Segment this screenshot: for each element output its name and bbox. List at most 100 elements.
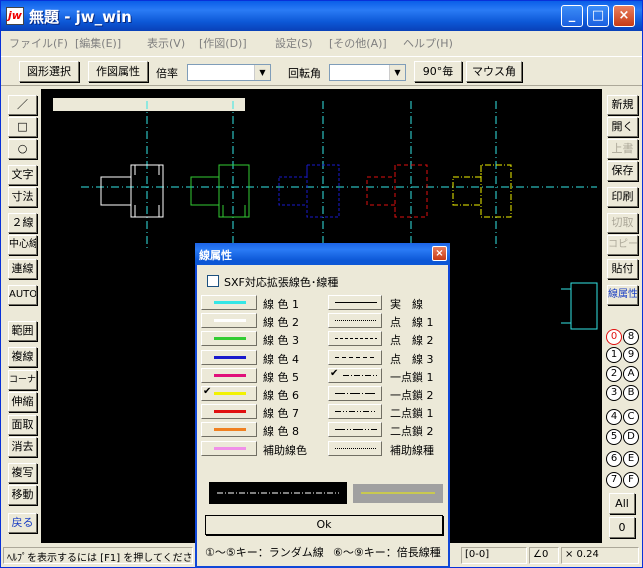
- color-swatch-fill: [214, 410, 246, 414]
- linetype-button[interactable]: [328, 331, 382, 347]
- chevron-down-icon[interactable]: ▼: [389, 65, 405, 80]
- dialog-title-bar[interactable]: 線属性 ×: [195, 243, 450, 265]
- trim-tool[interactable]: 伸縮: [8, 392, 37, 412]
- cut-button[interactable]: 切取: [607, 213, 638, 233]
- layer-c-button[interactable]: C: [623, 409, 639, 425]
- color-swatch-button[interactable]: [201, 422, 257, 438]
- color-swatch-fill: [214, 428, 246, 432]
- dimension-tool[interactable]: 寸法: [8, 187, 37, 207]
- linetype-label: 実 線: [390, 298, 423, 311]
- circle-tool[interactable]: ○: [8, 139, 37, 159]
- menu-settings[interactable]: 設定(S): [275, 35, 313, 51]
- auto-tool[interactable]: AUTO: [8, 285, 37, 305]
- scale-combo[interactable]: ▼: [187, 64, 271, 81]
- paste-button[interactable]: 貼付: [607, 259, 638, 279]
- color-swatch-button[interactable]: [201, 295, 257, 310]
- open-button[interactable]: 開く: [607, 117, 638, 137]
- close-button[interactable]: ×: [613, 5, 635, 27]
- linetype-button[interactable]: ✔: [328, 367, 382, 383]
- line-attribute-button[interactable]: 線属性: [607, 285, 638, 305]
- overwrite-button[interactable]: 上書: [607, 139, 638, 159]
- layer-3-button[interactable]: 3: [606, 385, 622, 401]
- layer-zero-button[interactable]: 0: [609, 517, 635, 538]
- connect-line-tool[interactable]: 連線: [8, 259, 37, 279]
- draw-attribute-button[interactable]: 作図属性: [88, 61, 148, 82]
- linetype-button[interactable]: [328, 313, 382, 329]
- layer-4-button[interactable]: 4: [606, 409, 622, 425]
- color-swatch-button[interactable]: [201, 331, 257, 347]
- line-tool[interactable]: ／: [8, 95, 37, 115]
- maximize-button[interactable]: □: [587, 5, 609, 27]
- mouse-angle-button[interactable]: マウス角: [466, 61, 522, 82]
- rotate-combo[interactable]: ▼: [329, 64, 406, 81]
- color-label: 線 色 8: [263, 425, 299, 439]
- linetype-button[interactable]: [328, 440, 382, 456]
- copy-button[interactable]: コピー: [607, 235, 638, 255]
- erase-tool[interactable]: 消去: [8, 437, 37, 457]
- scale-label: 倍率: [156, 67, 178, 80]
- ok-button[interactable]: Ok: [205, 515, 443, 535]
- layer-e-button[interactable]: E: [623, 451, 639, 467]
- center-line-tool[interactable]: 中心線: [8, 235, 37, 255]
- save-button[interactable]: 保存: [607, 161, 638, 181]
- color-swatch-button[interactable]: [201, 313, 257, 329]
- linetype-button[interactable]: [328, 422, 382, 438]
- pipe-fitting-4: [366, 164, 428, 218]
- linetype-button[interactable]: [328, 295, 382, 310]
- corner-tool[interactable]: コーナー: [8, 370, 37, 390]
- linetype-label: 点 線 3: [390, 352, 434, 366]
- status-coords: [0-0]: [461, 547, 527, 564]
- range-tool[interactable]: 範囲: [8, 321, 37, 341]
- color-swatch-button[interactable]: ✔: [201, 386, 257, 401]
- layer-6-button[interactable]: 6: [606, 451, 622, 467]
- layer-2-button[interactable]: 2: [606, 366, 622, 382]
- figure-select-button[interactable]: 図形選択: [19, 61, 79, 82]
- undo-tool[interactable]: 戻る: [8, 513, 37, 533]
- deg90-button[interactable]: 90°毎: [414, 61, 462, 82]
- layer-all-button[interactable]: All: [609, 493, 635, 514]
- linetype-button[interactable]: [328, 349, 382, 365]
- color-swatch-button[interactable]: [201, 404, 257, 420]
- print-button[interactable]: 印刷: [607, 187, 638, 207]
- layer-5-button[interactable]: 5: [606, 429, 622, 445]
- color-label: 線 色 6: [263, 389, 299, 402]
- layer-a-button[interactable]: A: [623, 366, 639, 382]
- sxf-checkbox[interactable]: [207, 275, 219, 287]
- linetype-button[interactable]: [328, 404, 382, 420]
- color-swatch-fill: [214, 392, 246, 395]
- text-tool[interactable]: 文字: [8, 165, 37, 185]
- linetype-label: 一点鎖 2: [390, 389, 434, 402]
- menu-draw[interactable]: [作図(D)]: [199, 35, 247, 51]
- layer-0-button[interactable]: 0: [606, 329, 622, 345]
- double-line-tool[interactable]: ２線: [8, 213, 37, 233]
- layer-b-button[interactable]: B: [623, 385, 639, 401]
- new-button[interactable]: 新規: [607, 95, 638, 115]
- chevron-down-icon[interactable]: ▼: [254, 65, 270, 80]
- layer-7-button[interactable]: 7: [606, 472, 622, 488]
- color-swatch-button[interactable]: [201, 440, 257, 456]
- layer-f-button[interactable]: F: [623, 472, 639, 488]
- menu-file[interactable]: ファイル(F): [9, 35, 68, 51]
- layer-1-button[interactable]: 1: [606, 347, 622, 363]
- color-swatch-button[interactable]: [201, 349, 257, 365]
- copy-tool[interactable]: 複写: [8, 463, 37, 483]
- menu-edit[interactable]: [編集(E)]: [75, 35, 121, 51]
- move-tool[interactable]: 移動: [8, 485, 37, 505]
- title-bar[interactable]: jw 無題 - jw_win _ □ ×: [1, 1, 642, 31]
- linetype-button[interactable]: [328, 386, 382, 401]
- layer-d-button[interactable]: D: [623, 429, 639, 445]
- menu-help[interactable]: ヘルプ(H): [403, 35, 453, 51]
- menu-bar: ファイル(F) [編集(E)] 表示(V) [作図(D)] 設定(S) [その他…: [1, 32, 642, 52]
- offset-tool[interactable]: 複線: [8, 347, 37, 367]
- rect-tool[interactable]: □: [8, 117, 37, 137]
- app-icon: jw: [6, 7, 24, 25]
- minimize-button[interactable]: _: [561, 5, 583, 27]
- color-swatch-button[interactable]: [201, 367, 257, 383]
- menu-other[interactable]: [その他(A)]: [329, 35, 387, 51]
- dialog-close-button[interactable]: ×: [432, 246, 447, 261]
- linetype-label: 点 線 2: [390, 334, 434, 348]
- layer-8-button[interactable]: 8: [623, 329, 639, 345]
- menu-view[interactable]: 表示(V): [147, 35, 185, 51]
- chamfer-tool[interactable]: 面取: [8, 415, 37, 435]
- layer-9-button[interactable]: 9: [623, 347, 639, 363]
